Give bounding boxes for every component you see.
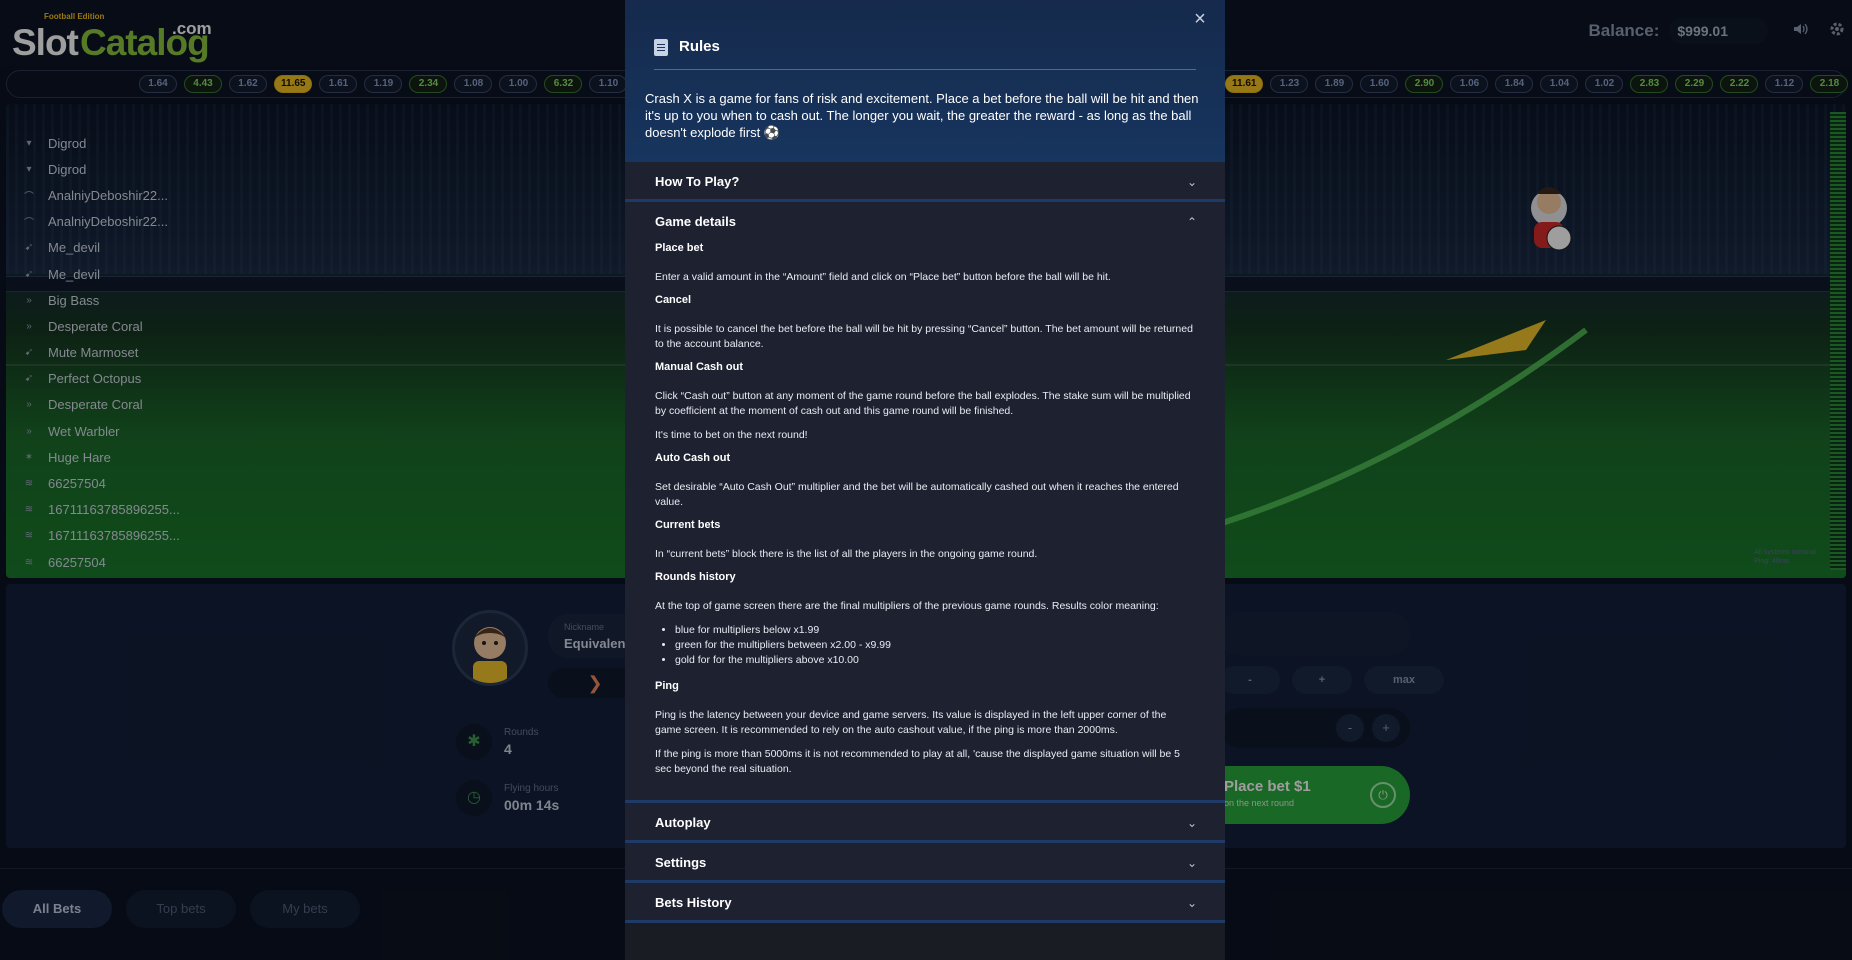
section-text: Enter a valid amount in the “Amount” fie…: [655, 271, 1111, 283]
accordion-how-to-play[interactable]: How To Play? ⌄: [625, 162, 1225, 202]
chevron-down-icon: ⌄: [1186, 816, 1198, 830]
accordion-game-details: Game details ⌃ Place bet Enter a valid a…: [625, 202, 1225, 803]
section-heading: Place bet: [655, 242, 704, 254]
section-text: In “current bets” block there is the lis…: [655, 548, 1038, 560]
rules-header: × Rules Crash X is a game for fans of ri…: [625, 0, 1225, 162]
section-heading: Current bets: [655, 519, 721, 531]
chevron-down-icon: ⌄: [1186, 896, 1198, 910]
accordion-autoplay[interactable]: Autoplay ⌄: [625, 803, 1225, 843]
section-heading: Ping: [655, 680, 679, 692]
chevron-up-icon: ⌃: [1186, 215, 1198, 229]
section-text: Click “Cash out” button at any moment of…: [655, 390, 1191, 417]
accordion-title: Bets History: [655, 895, 732, 910]
section-heading: Manual Cash out: [655, 361, 744, 373]
section-heading: Auto Cash out: [655, 452, 731, 464]
document-icon: [654, 39, 668, 56]
title-divider: [654, 69, 1196, 70]
section-text: At the top of game screen there are the …: [655, 600, 1159, 612]
rules-modal: × Rules Crash X is a game for fans of ri…: [625, 0, 1225, 960]
section-text: It's time to bet on the next round!: [655, 429, 808, 441]
list-item: blue for multipliers below x1.99: [675, 623, 1195, 638]
rules-intro: Crash X is a game for fans of risk and e…: [645, 91, 1199, 140]
chevron-down-icon: ⌄: [1186, 175, 1198, 189]
accordion-title: Game details: [655, 214, 736, 229]
accordion-bets-history[interactable]: Bets History ⌄: [625, 883, 1225, 923]
section-heading: Rounds history: [655, 571, 736, 583]
section-heading: Cancel: [655, 294, 692, 306]
close-icon[interactable]: ×: [1189, 8, 1211, 30]
chevron-down-icon: ⌄: [1186, 856, 1198, 870]
accordion-title: Autoplay: [655, 815, 711, 830]
section-text: It is possible to cancel the bet before …: [655, 323, 1193, 350]
accordion-settings[interactable]: Settings ⌄: [625, 843, 1225, 883]
accordion-title: Settings: [655, 855, 707, 870]
accordion-header[interactable]: Game details ⌃: [655, 202, 1197, 242]
list-item: green for the multipliers between x2.00 …: [675, 638, 1195, 653]
section-text: If the ping is more than 5000ms it is no…: [655, 748, 1180, 775]
list-item: gold for for the multipliers above x10.0…: [675, 653, 1195, 668]
color-legend-list: blue for multipliers below x1.99 green f…: [675, 623, 1195, 668]
section-text: Set desirable “Auto Cash Out” multiplier…: [655, 481, 1179, 508]
rules-title: Rules: [679, 38, 720, 55]
accordion-title: How To Play?: [655, 174, 740, 189]
section-text: Ping is the latency between your device …: [655, 709, 1167, 736]
